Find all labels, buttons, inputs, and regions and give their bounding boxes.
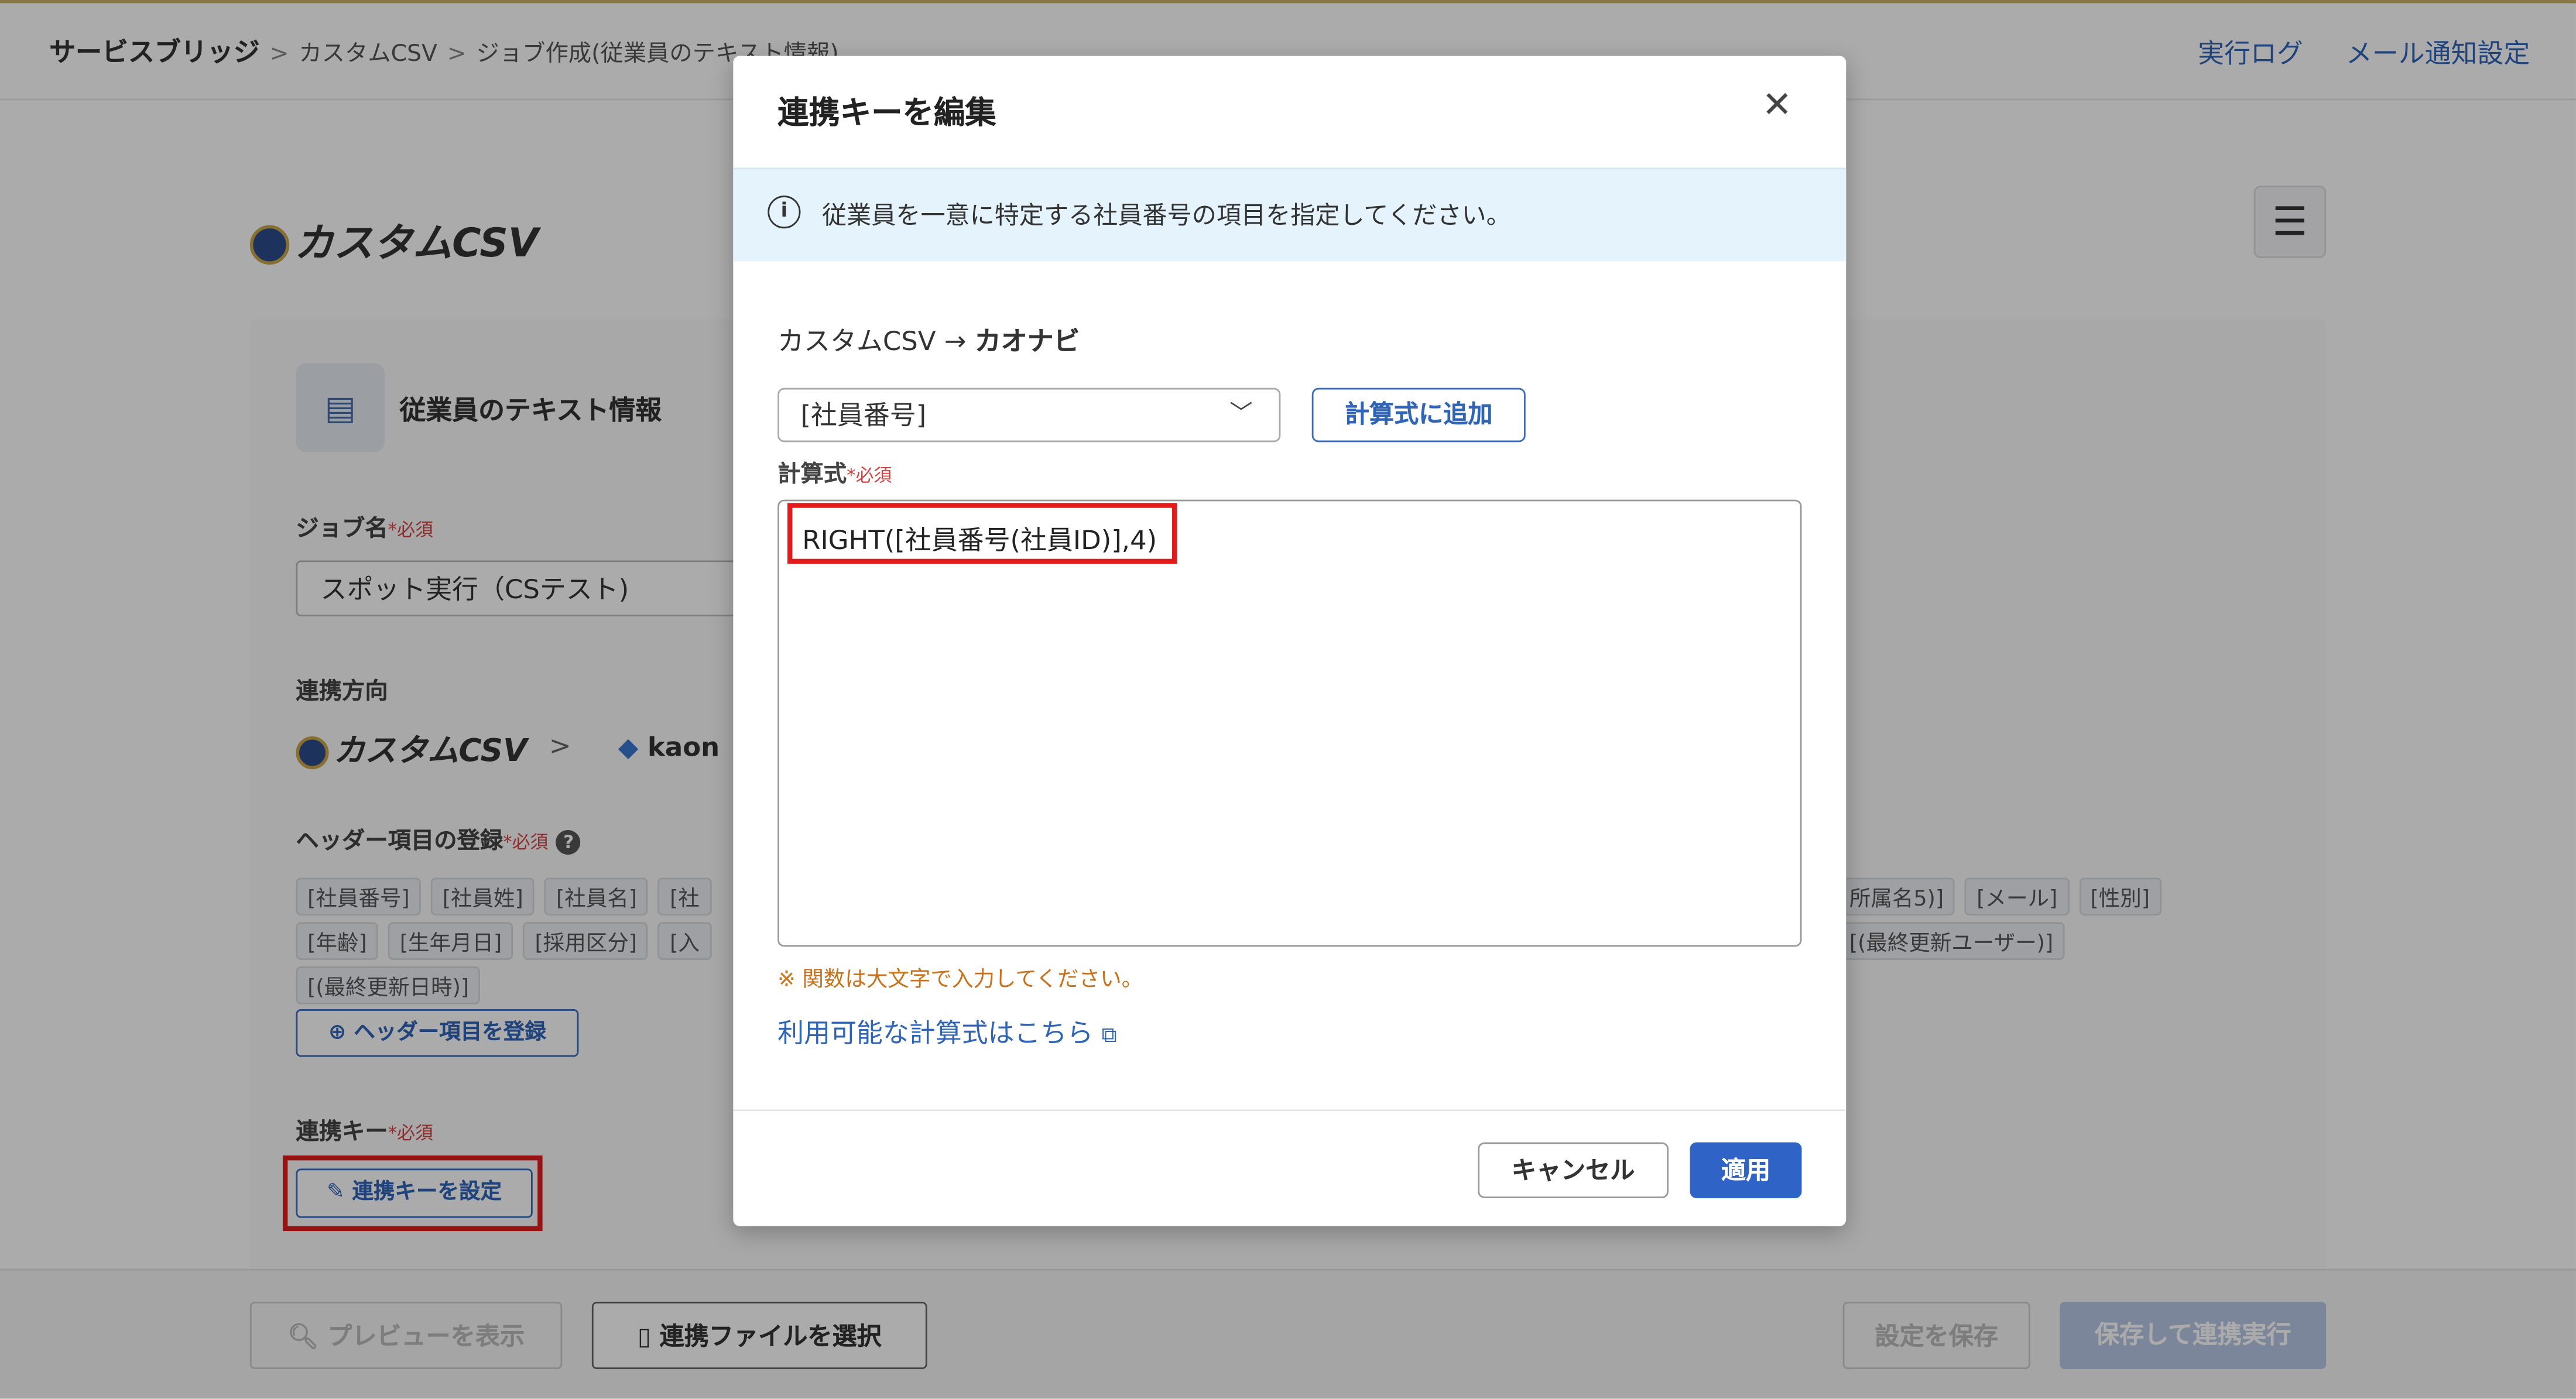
cancel-button[interactable]: キャンセル	[1478, 1142, 1669, 1198]
add-to-formula-button[interactable]: 計算式に追加	[1311, 388, 1526, 443]
chevron-down-icon: ﹀	[1229, 401, 1253, 428]
field-select[interactable]: [社員番号] ﹀	[777, 388, 1281, 443]
dialog-footer: キャンセル 適用	[733, 1109, 1847, 1227]
uppercase-note: ※ 関数は大文字で入力してください。	[777, 968, 1143, 993]
external-link-icon: ⧉	[1101, 1024, 1117, 1049]
info-banner: i 従業員を一意に特定する社員番号の項目を指定してください。	[733, 167, 1847, 262]
route-text: カスタムCSV → カオナビ	[777, 325, 1080, 357]
dialog-title: 連携キーを編集	[777, 95, 996, 132]
formula-textarea[interactable]: RIGHT([社員番号(社員ID)],4)	[777, 499, 1802, 947]
info-icon: i	[768, 196, 801, 229]
apply-button[interactable]: 適用	[1690, 1142, 1802, 1198]
highlight-box	[787, 503, 1177, 564]
arrow-right-icon: →	[944, 325, 967, 357]
formula-label: 計算式*必須	[777, 462, 892, 488]
info-text: 従業員を一意に特定する社員番号の項目を指定してください。	[821, 200, 1511, 231]
close-icon[interactable]: ✕	[1759, 85, 1795, 126]
formula-help-link[interactable]: 利用可能な計算式はこちら ⧉	[777, 1011, 1117, 1050]
edit-key-dialog: 連携キーを編集 ✕ i 従業員を一意に特定する社員番号の項目を指定してください。…	[733, 56, 1847, 1227]
